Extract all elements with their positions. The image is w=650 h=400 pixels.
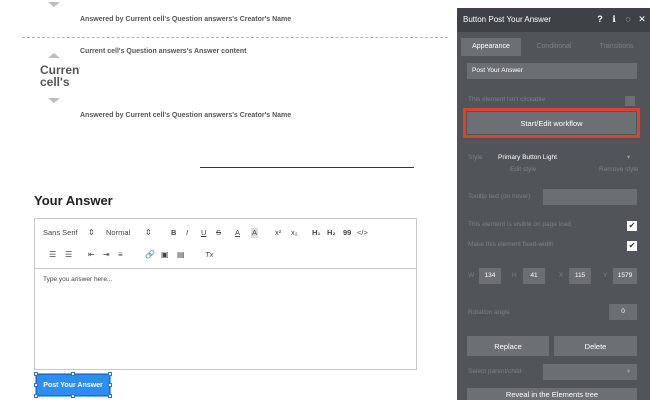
width-label: W <box>468 272 475 279</box>
fixed-width-checkbox[interactable]: ✔ <box>627 241 637 251</box>
resize-handle[interactable] <box>108 383 112 387</box>
button-text-field[interactable]: Post Your Answer <box>467 63 637 79</box>
image-icon[interactable]: ▣ <box>161 250 169 260</box>
code-block-button[interactable]: </> <box>357 228 368 238</box>
style-label: Style <box>468 154 483 161</box>
parent-child-dropdown[interactable]: ▾ <box>543 364 637 380</box>
bullet-list-icon[interactable]: ☰ <box>65 250 72 260</box>
style-value: Primary Button Light <box>498 154 557 161</box>
downvote-arrow-icon[interactable] <box>48 2 60 7</box>
parent-child-label: Select parent/child <box>468 368 522 375</box>
chevron-down-icon: ▾ <box>627 368 631 375</box>
style-dropdown[interactable]: Primary Button Light ▾ <box>493 150 637 166</box>
separator-dashed <box>22 37 448 38</box>
resize-handle[interactable] <box>71 394 75 398</box>
answer-content-text: Current cell's Question answers's Answer… <box>80 48 247 55</box>
width-input[interactable]: 134 <box>479 268 501 284</box>
divider-line <box>200 167 414 168</box>
tooltip-input[interactable] <box>543 189 637 205</box>
remove-style-link[interactable]: Remove style <box>599 166 638 173</box>
panel-tabs: Appearance Conditional Transitions <box>461 38 646 56</box>
panel-title: Button Post Your Answer <box>463 15 552 24</box>
underline-button[interactable]: U <box>201 228 206 238</box>
indent-icon[interactable]: ⇥ <box>103 250 110 260</box>
not-clickable-checkbox[interactable] <box>625 96 635 106</box>
delete-button[interactable]: Delete <box>554 336 637 356</box>
height-label: H <box>512 272 517 279</box>
tooltip-label: Tooltip text (on hover) <box>468 193 531 200</box>
rotation-label: Rotation angle <box>468 309 510 316</box>
post-answer-button[interactable]: Post Your Answer <box>35 373 111 397</box>
blockquote-button[interactable]: 99 <box>343 228 351 238</box>
x-label: X <box>559 272 564 279</box>
close-icon[interactable]: ✕ <box>636 13 648 25</box>
resize-handle[interactable] <box>34 394 38 398</box>
resize-handle[interactable] <box>34 372 38 376</box>
reveal-in-elements-tree-button[interactable]: Reveal in the Elements tree <box>467 388 637 400</box>
replace-button[interactable]: Replace <box>467 336 549 356</box>
your-answer-heading: Your Answer <box>34 193 113 208</box>
outdent-icon[interactable]: ⇤ <box>88 250 95 260</box>
not-clickable-label: This element isn't clickable <box>468 96 546 103</box>
ordered-list-icon[interactable]: ☰ <box>49 250 56 260</box>
align-icon[interactable]: ≡ <box>118 250 123 260</box>
text-color-button[interactable]: A <box>235 228 240 238</box>
rich-text-editor[interactable]: Sans Serif ⇕ Normal ⇕ B I U S A A x² x₂ … <box>34 218 417 370</box>
resize-handle[interactable] <box>71 372 75 376</box>
tab-conditional[interactable]: Conditional <box>525 38 583 56</box>
size-select[interactable]: Normal <box>106 228 130 238</box>
resize-handle[interactable] <box>108 394 112 398</box>
comment-icon[interactable]: ◌ <box>622 13 634 25</box>
info-icon[interactable]: ℹ <box>608 13 620 25</box>
strike-button[interactable]: S <box>216 228 221 238</box>
chevron-down-icon: ▾ <box>627 154 631 161</box>
answered-by-text-top: Answered by Current cell's Question answ… <box>80 16 292 23</box>
user-name-text: Current cell's <box>40 64 80 89</box>
downvote-arrow-icon-2[interactable] <box>48 98 60 103</box>
resize-handle[interactable] <box>34 383 38 387</box>
font-select-arrows-icon[interactable]: ⇕ <box>88 228 95 238</box>
video-icon[interactable]: ▤ <box>177 250 185 260</box>
heading1-button[interactable]: H₁ <box>312 228 321 238</box>
y-label: Y <box>603 272 608 279</box>
rotation-input[interactable]: 0 <box>609 304 637 320</box>
help-icon[interactable]: ? <box>594 13 606 25</box>
visible-on-load-label: This element is visible on page load <box>468 221 571 228</box>
x-input[interactable]: 115 <box>569 268 591 284</box>
font-select[interactable]: Sans Serif <box>43 228 78 238</box>
answered-by-text-bottom: Answered by Current cell's Question answ… <box>80 112 292 119</box>
tab-transitions[interactable]: Transitions <box>587 38 646 56</box>
property-editor-panel: Button Post Your Answer ? ℹ ◌ ✕ Appearan… <box>457 8 650 400</box>
italic-button[interactable]: I <box>186 228 188 238</box>
visible-on-load-checkbox[interactable]: ✔ <box>627 221 637 231</box>
fixed-width-label: Make this element fixed-width <box>468 241 554 248</box>
editor-placeholder[interactable]: Type you answer here... <box>43 276 112 283</box>
background-color-button[interactable]: A <box>251 228 259 238</box>
highlight-box <box>463 108 640 138</box>
link-icon[interactable]: 🔗 <box>145 250 155 260</box>
superscript-button[interactable]: x² <box>275 228 281 238</box>
bold-button[interactable]: B <box>171 228 176 238</box>
button-text-value: Post Your Answer <box>472 67 523 74</box>
resize-handle[interactable] <box>108 372 112 376</box>
upvote-arrow-icon[interactable] <box>48 53 60 58</box>
height-input[interactable]: 41 <box>523 268 545 284</box>
editor-toolbar: Sans Serif ⇕ Normal ⇕ B I U S A A x² x₂ … <box>35 219 416 269</box>
subscript-button[interactable]: x₂ <box>291 228 298 238</box>
heading2-button[interactable]: H₂ <box>327 228 336 238</box>
tab-appearance[interactable]: Appearance <box>461 38 521 56</box>
edit-style-link[interactable]: Edit style <box>510 166 536 173</box>
panel-header: Button Post Your Answer ? ℹ ◌ ✕ <box>457 8 650 32</box>
y-input[interactable]: 1579 <box>613 268 637 284</box>
clear-format-button[interactable]: Tx <box>205 250 213 260</box>
size-select-arrows-icon[interactable]: ⇕ <box>145 228 152 238</box>
